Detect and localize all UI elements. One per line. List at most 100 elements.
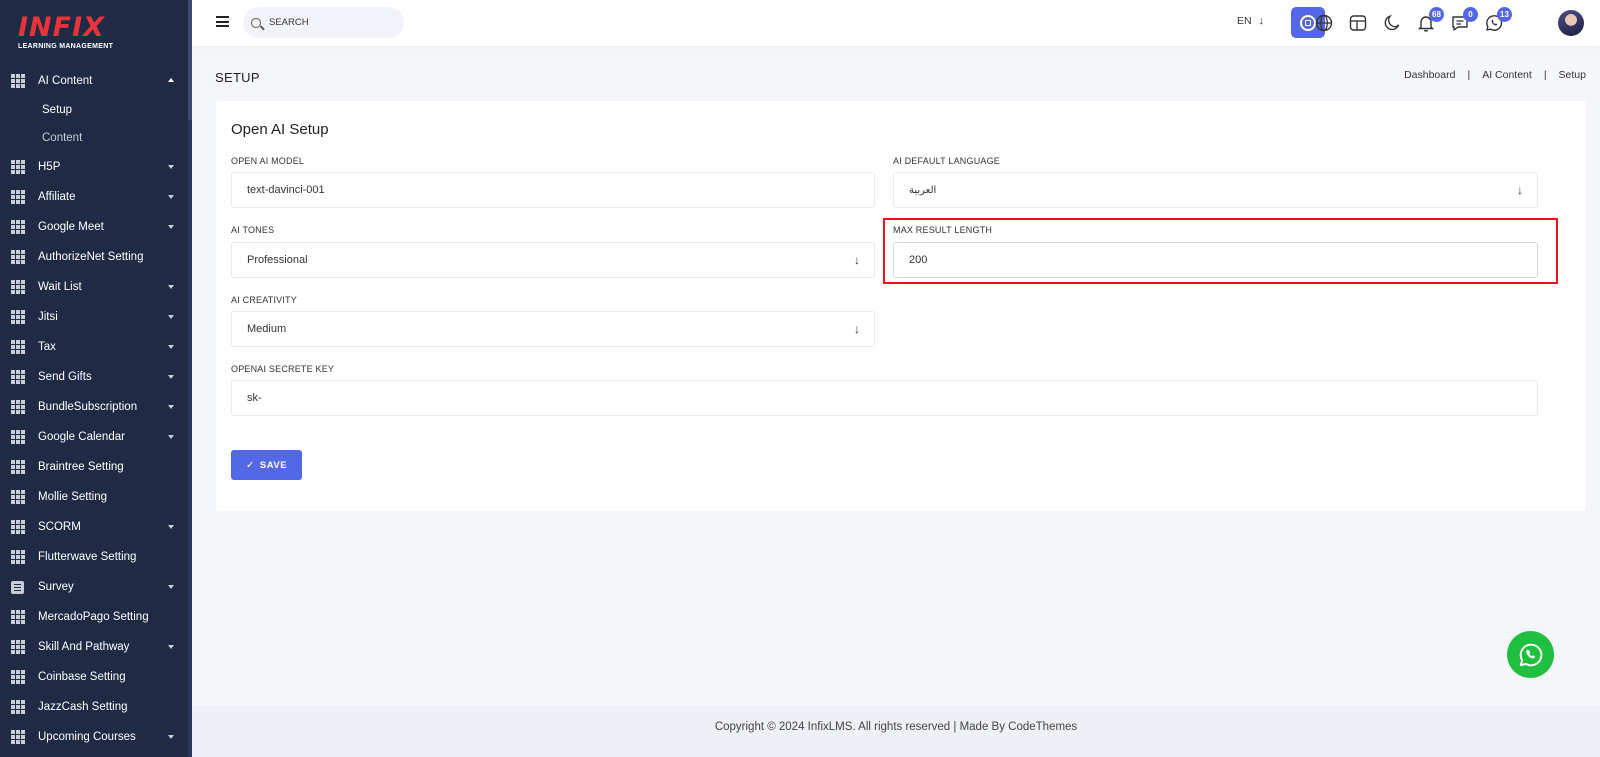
sidebar-item-h5p[interactable]: H5P [0,152,192,182]
sidebar-item-google-meet[interactable]: Google Meet [0,212,192,242]
card-title: Open AI Setup [231,121,329,138]
grid-icon [11,460,25,474]
open-ai-model-input[interactable]: text-davinci-001 [231,172,875,208]
openai-setup-card: Open AI Setup OPEN AI MODEL text-davinci… [216,101,1586,511]
grid-icon [11,550,25,564]
sidebar-item-survey[interactable]: Survey [0,572,192,602]
sidebar-item-wait-list[interactable]: Wait List [0,272,192,302]
openai-secret-key-input[interactable]: sk- [231,380,1538,416]
breadcrumb-setup: Setup [1558,69,1586,81]
default-language-value: العربية [909,184,937,196]
whatsapp-icon [1519,643,1542,666]
chevron-down-icon [168,375,174,379]
grid-icon [11,250,25,264]
language-code: EN [1237,15,1252,27]
chevron-down-icon [168,345,174,349]
sidebar-item-braintree-setting[interactable]: Braintree Setting [0,452,192,482]
sidebar-scrollbar[interactable] [188,0,192,120]
logo-tagline: LEARNING MANAGEMENT [18,43,114,50]
ai-tones-label: AI TONES [231,225,275,235]
grid-icon [11,340,25,354]
sidebar-item-flutterwave-setting[interactable]: Flutterwave Setting [0,542,192,572]
search-box[interactable] [243,7,404,38]
sidebar-item-upcoming-courses[interactable]: Upcoming Courses [0,722,192,752]
sidebar-item-google-calendar[interactable]: Google Calendar [0,422,192,452]
dark-mode-button[interactable] [1382,13,1402,33]
sidebar-item-tax[interactable]: Tax [0,332,192,362]
sidebar-item-scorm[interactable]: SCORM [0,512,192,542]
moon-icon [1384,14,1400,31]
whatsapp-float-button[interactable] [1507,631,1554,678]
save-button[interactable]: ✓ SAVE [231,450,302,480]
globe-button[interactable] [1314,13,1334,33]
ai-creativity-select[interactable]: Medium ↓ [231,311,875,347]
language-selector[interactable]: EN ↓ [1237,15,1264,27]
grid-icon [11,610,25,624]
sidebar-item-coinbase-setting[interactable]: Coinbase Setting [0,662,192,692]
sidebar-item-label: AI Content [38,75,93,87]
chevron-up-icon [168,78,174,82]
sidebar-item-label: Google Calendar [38,431,125,443]
sidebar-item-authorizenet-setting[interactable]: AuthorizeNet Setting [0,242,192,272]
chevron-down-icon [168,525,174,529]
sidebar-item-jitsi[interactable]: Jitsi [0,302,192,332]
sidebar-item-mollie-setting[interactable]: Mollie Setting [0,482,192,512]
grid-icon [11,700,25,714]
grid-icon [11,280,25,294]
ai-tones-select[interactable]: Professional ↓ [231,242,875,278]
save-button-label: SAVE [259,459,288,471]
sidebar-item-label: AuthorizeNet Setting [38,251,144,263]
sidebar-item-skill-and-pathway[interactable]: Skill And Pathway [0,632,192,662]
sidebar-item-label: JazzCash Setting [38,701,128,713]
whatsapp-header-button[interactable]: 13 [1484,7,1512,33]
open-ai-model-value: text-davinci-001 [247,184,325,196]
messages-button[interactable]: 0 [1450,7,1478,33]
menu-toggle-icon[interactable] [216,16,229,27]
layout-button[interactable] [1348,13,1368,33]
footer-copyright: Copyright © 2024 InfixLMS. All rights re… [714,721,1078,733]
sidebar-item-label: Skill And Pathway [38,641,130,653]
ai-tones-value: Professional [247,254,308,266]
user-avatar[interactable] [1558,10,1584,36]
sidebar-item-label: BundleSubscription [38,401,138,413]
default-language-select[interactable]: العربية ↓ [893,172,1538,208]
brand-logo[interactable]: INFIX LEARNING MANAGEMENT [0,0,192,66]
survey-icon [11,580,24,594]
sidebar-nav: AI Content Setup Content H5P Affiliate Google… [0,66,192,752]
default-language-label: AI DEFAULT LANGUAGE [893,156,1000,166]
chevron-down-icon [168,405,174,409]
chevron-down-icon [168,645,174,649]
sidebar-item-label: Survey [38,581,74,593]
sidebar-item-label: Affiliate [38,191,76,203]
check-icon: ✓ [245,459,255,471]
breadcrumb-dashboard[interactable]: Dashboard [1404,69,1455,81]
sidebar-item-send-gifts[interactable]: Send Gifts [0,362,192,392]
sidebar-item-jazzcash-setting[interactable]: JazzCash Setting [0,692,192,722]
sidebar-item-bundlesubscription[interactable]: BundleSubscription [0,392,192,422]
chevron-down-icon [168,735,174,739]
footer: Copyright © 2024 InfixLMS. All rights re… [192,705,1600,757]
breadcrumb-separator: | [1543,69,1547,81]
search-icon [251,17,261,28]
notifications-button[interactable]: 68 [1416,7,1444,33]
sidebar-subitem-content[interactable]: Content [0,124,192,152]
sidebar-item-label: Jitsi [38,311,58,323]
breadcrumb-ai-content[interactable]: AI Content [1482,69,1532,81]
grid-icon [11,640,25,654]
grid-icon [11,670,25,684]
search-input[interactable] [269,17,389,28]
sidebar-item-ai-content[interactable]: AI Content [0,66,192,96]
top-header: EN ↓ 68 0 13 [192,0,1600,46]
globe-icon [1315,14,1333,32]
chevron-down-icon: ↓ [854,322,860,336]
openai-secret-key-value: sk- [247,392,262,404]
sidebar-item-mercadopago-setting[interactable]: MercadoPago Setting [0,602,192,632]
page-title: SETUP [215,70,260,85]
notifications-badge: 68 [1429,7,1444,22]
sidebar-item-affiliate[interactable]: Affiliate [0,182,192,212]
sidebar-item-label: Coinbase Setting [38,671,126,683]
sidebar-subitem-setup[interactable]: Setup [0,96,192,124]
grid-icon [11,400,25,414]
grid-icon [11,310,25,324]
grid-icon [11,190,25,204]
